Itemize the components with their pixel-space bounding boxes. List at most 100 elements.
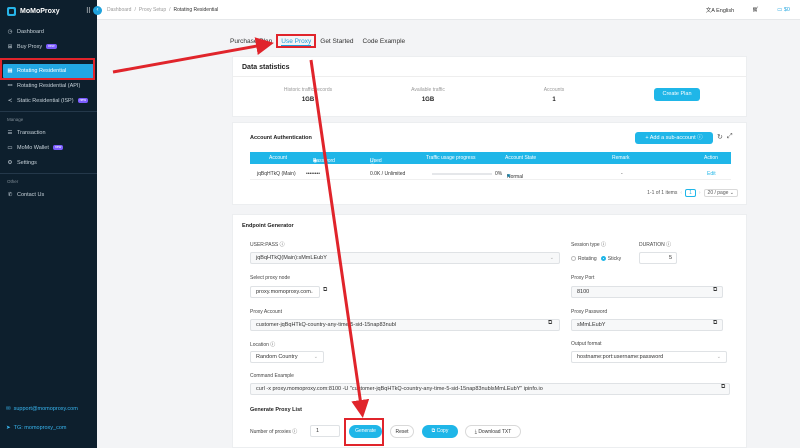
download-icon: ⤓ (474, 429, 477, 435)
field-label: Location (250, 342, 269, 348)
cell-used-limit: 0.0K / Unlimited (370, 171, 406, 177)
divider (0, 111, 97, 112)
copy-icon[interactable]: ⧉ (323, 287, 327, 294)
sidebar-item-settings[interactable]: ⚙ Settings (0, 155, 97, 170)
breadcrumb-item[interactable]: Proxy Setup (139, 7, 166, 13)
sidebar-item-transaction[interactable]: ☰ Transaction (0, 125, 97, 140)
sidebar-item-label: Buy Proxy (17, 43, 43, 50)
gear-icon: ⚙ (7, 159, 13, 166)
sidebar-item-buy-proxy[interactable]: ⊞ Buy Proxy new (0, 39, 97, 54)
balance-value: $0 (783, 7, 790, 13)
section-label-manage: Manage (7, 117, 24, 122)
tab-purchase-plan[interactable]: Purchase Plan (230, 38, 272, 46)
proxy-port-field[interactable]: 8100 (571, 286, 723, 298)
sidebar-item-label: Contact Us (17, 191, 45, 198)
userpass-select[interactable]: jqBqHTkQ(Main):sMmLEubY ⌄ (250, 252, 560, 264)
breadcrumb-item[interactable]: Dashboard (107, 7, 131, 13)
radio-rotating[interactable]: Rotating (571, 256, 597, 262)
cart-icon[interactable]: 🛒︎ (752, 7, 759, 13)
refresh-icon[interactable]: ↻ (717, 133, 723, 141)
stat-value: 1GB (301, 97, 315, 103)
data-statistics-card: Data statistics Historic traffic records… (232, 56, 747, 117)
account-authentication-card: Account Authentication + Add a sub-accou… (232, 122, 747, 205)
support-email-link[interactable]: ✉ support@momoproxy.com (6, 406, 78, 412)
stat-label: Available traffic (411, 87, 445, 93)
copy-icon[interactable]: ⧉ (548, 320, 552, 327)
page-button[interactable]: 1 (685, 189, 696, 197)
new-badge: new (52, 145, 64, 150)
page-size-select[interactable]: 20 / page ⌄ (703, 189, 738, 197)
command-example-field[interactable]: curl -x proxy.momoproxy.com:8100 -U "cus… (250, 383, 730, 395)
field-label: Number of proxies (250, 429, 291, 435)
field-label: USER:PASS (250, 242, 279, 248)
output-format-value: hostname:port:username:password (577, 354, 664, 360)
collapse-sidebar-button[interactable]: ‹ (93, 6, 102, 15)
column-header: Account State (505, 155, 537, 161)
prev-page-icon[interactable]: ‹ (680, 190, 682, 196)
cell-password: •••••••• (306, 171, 321, 177)
num-proxies-label: Number of proxies ⓘ (250, 428, 297, 435)
radio-sticky[interactable]: Sticky (600, 256, 622, 262)
proxy-password-field[interactable]: sMmLEubY (571, 319, 723, 331)
copy-icon[interactable]: ⧉ (713, 287, 717, 294)
language-selector[interactable]: 文A English (706, 6, 734, 14)
proxy-node-select[interactable]: proxy.momoproxy.com ⌄ (250, 286, 320, 298)
card-title: Endpoint Generator (242, 223, 294, 229)
radio-checked-icon (600, 256, 606, 262)
download-txt-button[interactable]: ⤓ Download TXT (465, 425, 521, 438)
add-sub-account-button[interactable]: + Add a sub-account ⓘ (635, 132, 713, 144)
telegram-text: TG: momoproxy_com (13, 425, 67, 431)
topbar: Dashboard / Proxy Setup / Rotating Resid… (97, 0, 800, 20)
sidebar-item-static-residential[interactable]: ≺ Static Residential (ISP) new (0, 93, 97, 108)
sidebar-item-momo-wallet[interactable]: ▭ MoMo Wallet new (0, 140, 97, 155)
breadcrumb-separator: / (134, 6, 136, 13)
num-proxies-input[interactable]: 1 (310, 425, 340, 437)
sidebar-item-dashboard[interactable]: ◷ Dashboard (0, 24, 97, 39)
userpass-value: jqBqHTkQ(Main):sMmLEubY (256, 255, 327, 261)
next-page-icon[interactable]: › (699, 190, 701, 196)
column-header: Account (269, 155, 288, 161)
telegram-link[interactable]: ➤ TG: momoproxy_com (6, 425, 66, 431)
reset-button[interactable]: Reset (390, 425, 414, 438)
sidebar-item-rotating-residential-api[interactable]: ⚯ Rotating Residential (API) (0, 78, 97, 93)
sidebar-item-label: Dashboard (17, 28, 44, 35)
add-sub-account-label: + Add a sub-account (645, 135, 696, 141)
duration-input[interactable]: 5 (639, 252, 677, 264)
copy-button[interactable]: ⧉ Copy (422, 425, 458, 438)
copy-icon[interactable]: ⧉ (713, 320, 717, 327)
chevron-down-icon: ⌄ (549, 255, 554, 261)
port-label: Proxy Port (571, 275, 595, 281)
divider (233, 76, 746, 77)
radio-label: Rotating (578, 256, 597, 262)
field-label: DURATION (639, 242, 665, 248)
dashboard-icon: ◷ (7, 28, 13, 35)
apps-grid-icon[interactable]: ⠿ (86, 7, 91, 15)
eye-icon[interactable]: ◉ (313, 158, 317, 164)
brand[interactable]: MoMoProxy ⠿ (0, 0, 97, 22)
copy-icon[interactable]: ⧉ (721, 384, 725, 391)
radio-label: Sticky (607, 256, 622, 262)
cell-remark: - (621, 171, 623, 177)
fullscreen-icon[interactable]: ⤢ (727, 133, 733, 141)
telegram-icon: ➤ (6, 425, 11, 431)
output-format-select[interactable]: hostname:port:username:password ⌄ (571, 351, 727, 363)
tab-code-example[interactable]: Code Example (363, 38, 406, 46)
edit-link[interactable]: Edit (707, 171, 716, 177)
help-icon: ⓘ (292, 429, 298, 435)
proxy-account-field[interactable]: customer-jqBqHTkQ-country-any-time-5-sid… (250, 319, 560, 331)
table-header: Account Password ◉ Used / Limit ⓘ Traffi… (250, 152, 731, 176)
cell-account: jqBqHTkQ (Main) (257, 171, 296, 177)
breadcrumb-separator: / (169, 6, 171, 13)
cell-progress: 0% (495, 171, 503, 177)
location-select[interactable]: Random Country ⌄ (250, 351, 324, 363)
card-title: Account Authentication (250, 135, 312, 141)
node-label: Select proxy node (250, 275, 291, 281)
sidebar-item-contact-us[interactable]: ✆ Contact Us (0, 187, 97, 202)
create-plan-button[interactable]: Create Plan (654, 88, 700, 101)
sidebar-item-label: MoMo Wallet (17, 144, 49, 151)
tab-get-started[interactable]: Get Started (320, 38, 353, 46)
userpass-label: USER:PASS ⓘ (250, 241, 285, 248)
info-icon: ⓘ (697, 135, 703, 141)
stat-label: Accounts (543, 87, 565, 93)
wallet-balance[interactable]: ▭ $0 (777, 7, 790, 13)
